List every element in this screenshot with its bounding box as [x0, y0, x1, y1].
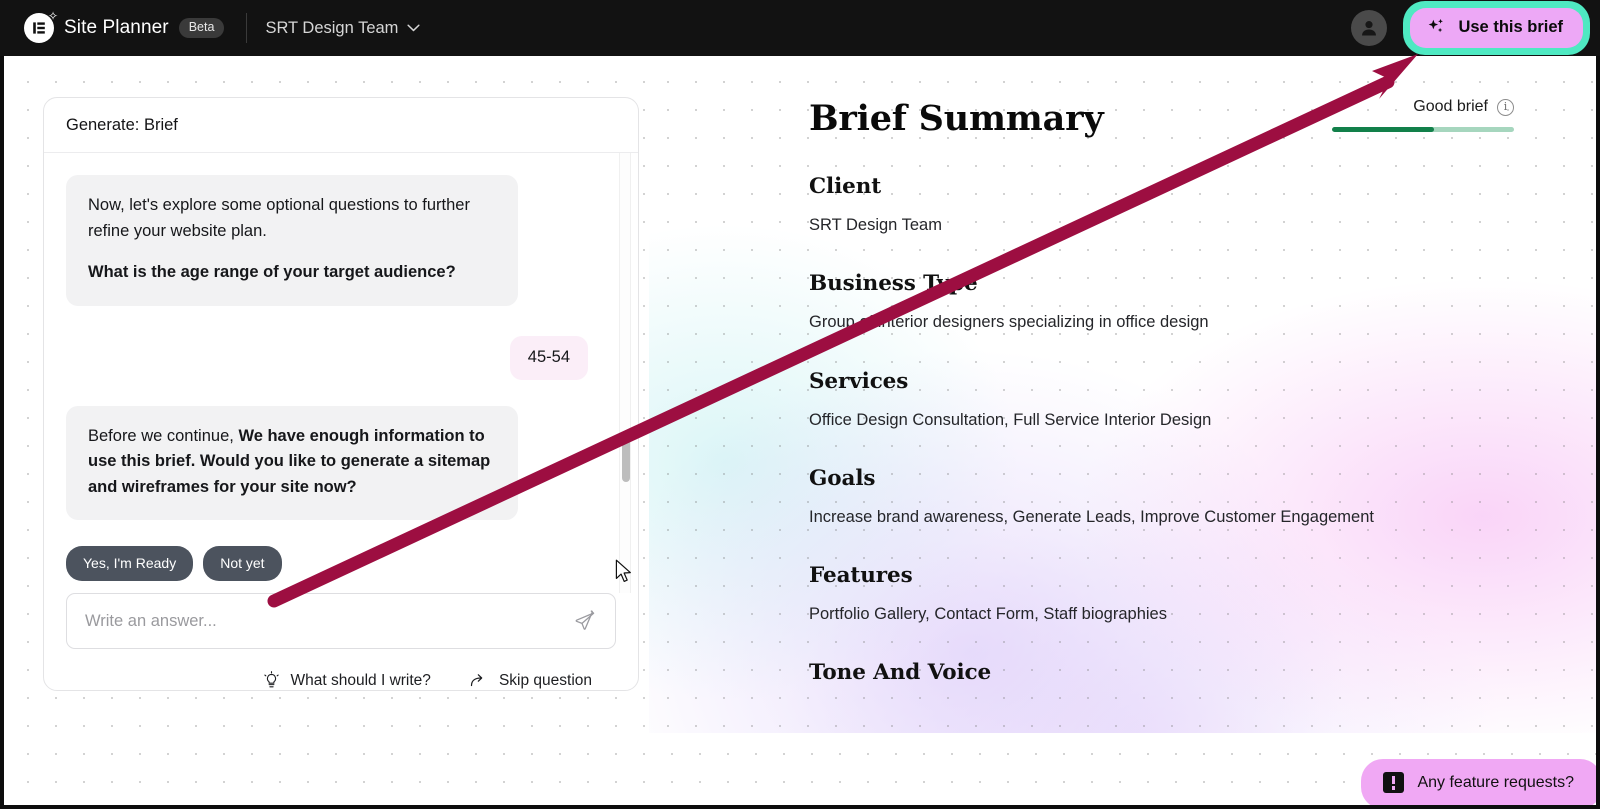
chat-message-list: Now, let's explore some optional questio…: [44, 153, 638, 593]
section-heading: Features: [809, 563, 913, 589]
feature-request-label: Any feature requests?: [1417, 773, 1574, 791]
assistant-message: Before we continue, We have enough infor…: [66, 405, 518, 521]
user-message-row: 45-54: [66, 335, 616, 380]
chat-scrollbar-thumb[interactable]: [622, 438, 630, 482]
brief-section-services: Services Office Design Consultation, Ful…: [809, 369, 1556, 431]
section-heading: Services: [809, 368, 909, 394]
skip-question-button[interactable]: Skip question: [469, 671, 592, 690]
assistant-message-question: What is the age range of your target aud…: [88, 263, 456, 282]
brief-section-features: Features Portfolio Gallery, Contact Form…: [809, 563, 1556, 625]
feedback-bubble-icon: [1383, 772, 1405, 793]
brief-section-client: Client SRT Design Team: [809, 174, 1556, 236]
canvas: Good brief i Brief Summary Client SRT De…: [4, 56, 1596, 805]
what-should-i-write-button[interactable]: What should I write?: [262, 671, 431, 690]
brief-section-goals: Goals Increase brand awareness, Generate…: [809, 466, 1556, 528]
use-this-brief-label: Use this brief: [1458, 18, 1563, 36]
send-button[interactable]: [573, 609, 597, 633]
info-icon[interactable]: i: [1497, 98, 1514, 116]
section-value: Increase brand awareness, Generate Leads…: [809, 507, 1374, 526]
section-value: Portfolio Gallery, Contact Form, Staff b…: [809, 605, 1167, 624]
brief-content: Brief Summary Client SRT Design Team Bus…: [649, 56, 1596, 685]
answer-composer[interactable]: [66, 593, 616, 649]
sparkle-icon: ✧: [47, 9, 58, 23]
feature-request-widget[interactable]: Any feature requests?: [1361, 759, 1596, 805]
assistant-message-lead: Before we continue,: [88, 426, 239, 445]
user-message: 45-54: [509, 335, 588, 380]
section-heading: Tone And Voice: [809, 660, 992, 686]
quick-reply-group: Yes, I'm Ready Not yet: [66, 546, 616, 582]
user-avatar-icon: [1362, 21, 1377, 36]
team-switcher[interactable]: SRT Design Team: [265, 18, 421, 38]
what-should-i-write-label: What should I write?: [290, 671, 431, 689]
brand-name: Site Planner: [64, 17, 169, 38]
brand: ✧ Site Planner Beta: [24, 10, 225, 43]
brief-quality-row: Good brief i: [1324, 98, 1514, 116]
section-value: Group of interior designers specializing…: [809, 313, 1209, 332]
generate-brief-panel: Generate: Brief Now, let's explore some …: [43, 97, 639, 691]
beta-badge: Beta: [178, 18, 225, 38]
use-this-brief-button[interactable]: Use this brief: [1410, 8, 1583, 48]
section-value: Office Design Consultation, Full Service…: [809, 410, 1212, 429]
section-heading: Goals: [809, 465, 876, 491]
composer-zone: What should I write? Skip question: [44, 593, 638, 690]
app-window: ✧ Site Planner Beta SRT Design Team Use …: [0, 0, 1600, 809]
chat-panel-title: Generate: Brief: [66, 115, 178, 134]
use-this-brief-highlight: Use this brief: [1403, 1, 1590, 55]
section-heading: Business Type: [809, 271, 978, 297]
quality-progress-fill: [1332, 127, 1434, 132]
quality-progress-track: [1332, 127, 1514, 132]
lightbulb-icon: [263, 671, 279, 688]
answer-input[interactable]: [85, 611, 561, 631]
skip-question-label: Skip question: [498, 671, 592, 689]
sparkles-icon: [1429, 18, 1444, 33]
brief-section-tone-and-voice: Tone And Voice: [809, 660, 1556, 685]
chat-panel-header: Generate: Brief: [44, 98, 638, 153]
brief-summary-pane: Good brief i Brief Summary Client SRT De…: [649, 56, 1596, 733]
elementor-logo-icon: ✧: [24, 10, 58, 43]
chevron-down-icon: [407, 24, 421, 32]
avatar[interactable]: [1351, 10, 1388, 46]
composer-actions: What should I write? Skip question: [66, 649, 616, 690]
brief-quality-meter: Good brief i: [1324, 98, 1514, 132]
quick-reply-not-yet-button[interactable]: Not yet: [203, 546, 282, 582]
team-name: SRT Design Team: [265, 18, 399, 37]
brief-section-business-type: Business Type Group of interior designer…: [809, 271, 1556, 333]
chat-scrollbar[interactable]: [619, 153, 631, 593]
assistant-message: Now, let's explore some optional questio…: [66, 175, 518, 306]
brief-quality-label: Good brief: [1413, 98, 1488, 115]
skip-arrow-icon: [470, 673, 483, 686]
send-paper-plane-icon: [575, 610, 595, 630]
section-heading: Client: [809, 174, 882, 199]
top-bar-right: Use this brief: [1351, 0, 1600, 56]
top-bar: ✧ Site Planner Beta SRT Design Team Use …: [0, 0, 1600, 56]
quick-reply-yes-button[interactable]: Yes, I'm Ready: [66, 546, 194, 582]
assistant-message-paragraph: Now, let's explore some optional questio…: [88, 196, 470, 240]
section-value: SRT Design Team: [809, 216, 942, 234]
divider: [246, 13, 248, 43]
